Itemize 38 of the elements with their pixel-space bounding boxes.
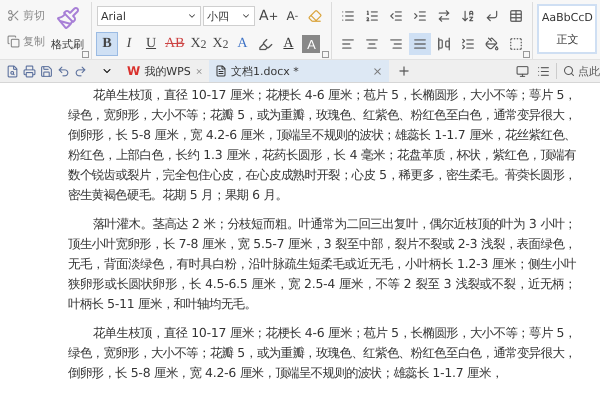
paragraph: 落叶灌木。茎高达 2 米；分枝短而粗。叶通常为二回三出复叶，偶尔近枝顶的叶为 3 小叶；顶生小叶宽卵形，长 7-8 厘米，宽 5.5-7 厘米，3 裂至中部，裂片不裂或 2-3 浅裂，表面绿色，无毛，背面淡绿色，有时具白粉，沿叶脉疏生短柔毛或近无毛，小叶柄长 1.2-3 厘米；侧生小叶狭卵形或长圆状卵形，长 4.5-6.5 厘米，宽 2.5-4 厘米，不等 2 裂至 3 浅裂或不裂，近无柄；叶柄长 5-11 厘米，和叶轴均无毛。 (68, 215, 576, 313)
strike-button[interactable]: AB (163, 33, 186, 55)
preview-icon[interactable] (6, 64, 19, 78)
paintbrush-icon (56, 6, 80, 30)
effect-button[interactable]: A (232, 33, 252, 55)
close-icon[interactable] (372, 66, 383, 76)
style-name: 正文 (556, 32, 578, 47)
list-icon[interactable] (537, 64, 550, 78)
logo-icon: W (127, 64, 140, 78)
undo-icon[interactable] (57, 64, 70, 78)
redo-icon[interactable] (74, 64, 87, 78)
style-sample: AaBbCcD (542, 11, 593, 24)
document-tab[interactable]: 文档1.docx * (209, 60, 389, 82)
launcher-icon[interactable] (523, 51, 530, 58)
monitor-icon[interactable] (516, 64, 529, 78)
print-icon[interactable] (23, 64, 36, 78)
bold-button[interactable]: B (97, 33, 117, 55)
search-field[interactable]: 点此 (556, 63, 600, 79)
copy-icon (7, 34, 20, 48)
format-painter-button[interactable]: 格式刷 (49, 4, 86, 54)
style-gallery-item[interactable]: AaBbCcD 正文 (537, 4, 598, 54)
document-tab[interactable]: W 我的WPS (121, 60, 209, 82)
launcher-icon[interactable] (82, 51, 89, 58)
scissors-icon (7, 8, 20, 22)
save-icon[interactable] (40, 64, 53, 78)
document-icon (215, 65, 227, 77)
launcher-icon[interactable] (322, 51, 330, 58)
paragraph: 花单生枝顶，直径 10-17 厘米；花梗长 4-6 厘米；苞片 5，长椭圆形，大小不等；萼片 5，绿色，宽卵形，大小不等；花瓣 5，或为重瓣，玫瑰色、红紫色、粉红色至白色，通常变异很大，倒卵形，长 5-8 厘米，宽 4.2-6 厘米，顶端呈不规则的波状；雄蕊长 1-1.7 厘米，花丝紫红色、粉红色，上部白色，长约 1.3 厘米，花药长圆形，长 4 毫米；花盘革质，杯状，紫红色，顶端有数个锐齿或裂片，完全包住心皮，在心皮成熟时开裂；心皮 5，稀更多，密生柔毛。蓇葖长圆形，密生黄褐色硬毛。花期 5 月；果期 6 月。 (68, 86, 576, 204)
align-justify-icon[interactable] (409, 33, 432, 55)
font-size-field[interactable]: 小四 (203, 6, 255, 26)
shading-button[interactable]: A (302, 35, 320, 53)
color-button[interactable]: A (278, 33, 298, 55)
paragraph: 花单生枝顶，直径 10-17 厘米；花梗长 4-6 厘米；苞片 5，长椭圆形，大小不等；萼片 5，绿色，宽卵形，大小不等；花瓣 5，或为重瓣，玫瑰色、红紫色、粉红色至白色，通常变异很大，倒卵形，长 5-8 厘米，宽 4.2-6 厘米，顶端呈不规则的波状；雄蕊长 1-1.7 厘米， (68, 324, 576, 382)
search-icon (563, 65, 575, 77)
new-tab-icon[interactable] (397, 64, 411, 78)
italic-button[interactable]: I (119, 33, 139, 55)
underline-button[interactable]: U (141, 33, 161, 55)
font-name-field[interactable]: Arial (97, 6, 201, 26)
